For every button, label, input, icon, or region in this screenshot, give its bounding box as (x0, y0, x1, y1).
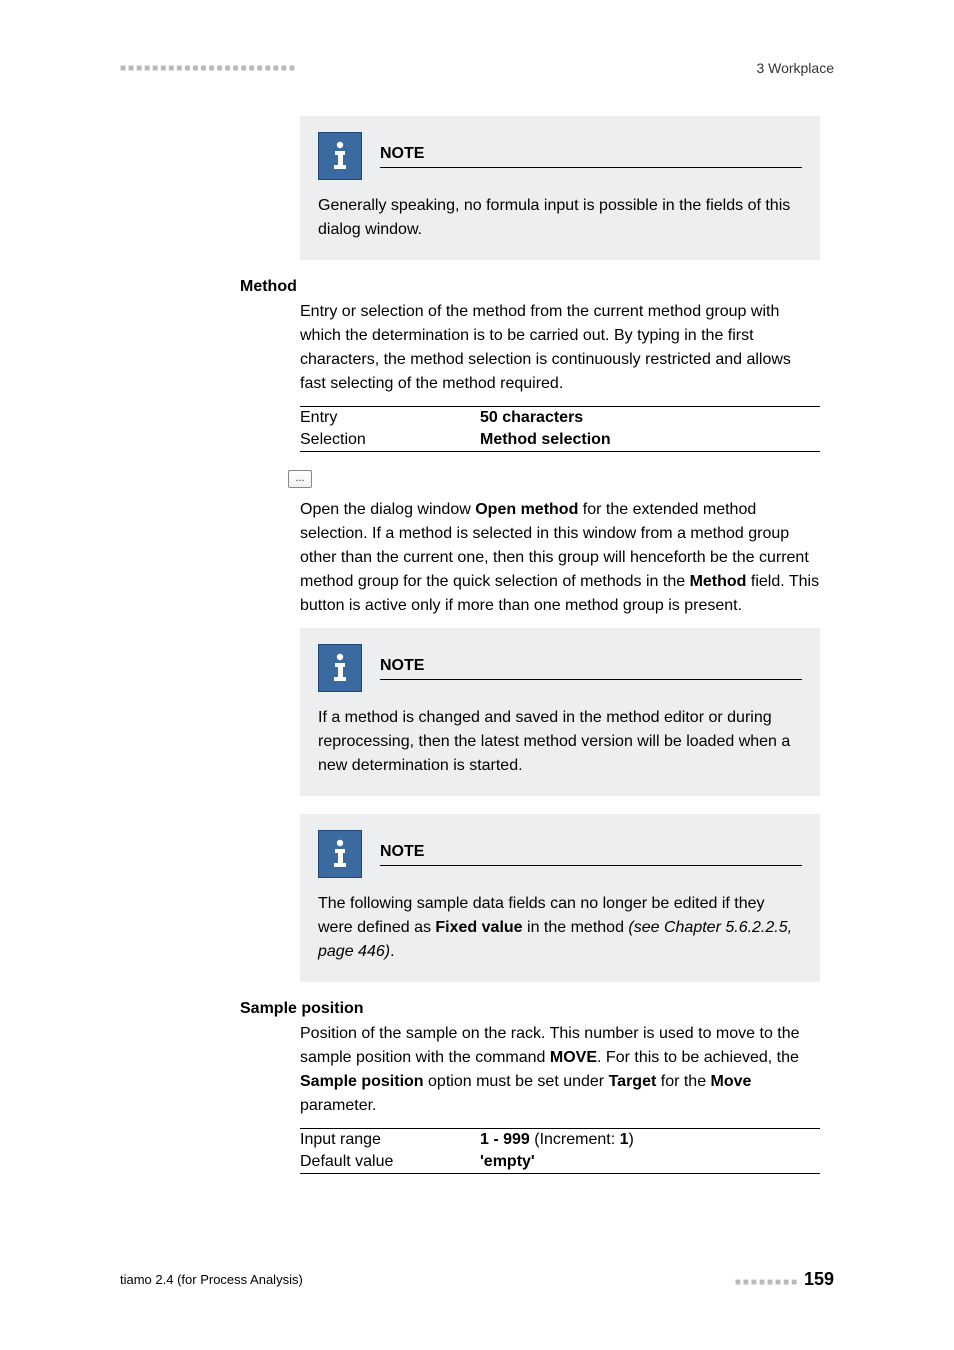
breadcrumb: 3 Workplace (756, 60, 834, 76)
table-row: Input range 1 - 999 (Increment: 1) (300, 1129, 820, 1152)
text-bold: 1 (620, 1131, 629, 1148)
info-icon (318, 644, 362, 692)
text-bold: Move (711, 1073, 752, 1090)
table-row: Selection Method selection (300, 429, 820, 452)
spec-value: 1 - 999 (Increment: 1) (480, 1129, 820, 1152)
text: in the method (523, 919, 629, 936)
spec-value: 'empty' (480, 1153, 535, 1170)
note-body: If a method is changed and saved in the … (318, 706, 802, 778)
table-row: Entry 50 characters (300, 407, 820, 430)
page-footer: tiamo 2.4 (for Process Analysis) ■■■■■■■… (120, 1269, 834, 1290)
info-icon (318, 132, 362, 180)
footer-product: tiamo 2.4 (for Process Analysis) (120, 1272, 303, 1287)
note-title: NOTE (380, 145, 802, 168)
text: for the (656, 1073, 710, 1090)
spec-label: Default value (300, 1151, 480, 1174)
text-bold: Target (609, 1073, 657, 1090)
page-header: ■■■■■■■■■■■■■■■■■■■■■■ 3 Workplace (120, 60, 834, 76)
page-number: 159 (804, 1269, 834, 1289)
sample-spec-table: Input range 1 - 999 (Increment: 1) Defau… (300, 1128, 820, 1174)
table-row: Default value 'empty' (300, 1151, 820, 1174)
section-heading-sample-position: Sample position (240, 1000, 364, 1018)
info-icon (318, 830, 362, 878)
note-title: NOTE (380, 657, 802, 680)
spec-label: Selection (300, 429, 480, 452)
method-spec-table: Entry 50 characters Selection Method sel… (300, 406, 820, 452)
spec-label: Input range (300, 1129, 480, 1152)
spec-value: 50 characters (480, 409, 583, 426)
text: ) (629, 1131, 634, 1148)
spec-value: Method selection (480, 431, 611, 448)
text: . (390, 943, 394, 960)
note-box-formula: NOTE Generally speaking, no formula inpu… (300, 116, 820, 260)
header-ornament-left: ■■■■■■■■■■■■■■■■■■■■■■ (120, 63, 297, 74)
method-description: Entry or selection of the method from th… (300, 300, 820, 396)
note-title: NOTE (380, 843, 802, 866)
text-bold: 1 - 999 (480, 1131, 530, 1148)
note-body: The following sample data fields can no … (318, 892, 802, 964)
ellipsis-button-icon: ... (288, 470, 312, 488)
spec-label: Entry (300, 407, 480, 430)
text-bold: Open method (475, 501, 578, 518)
text-bold: Sample position (300, 1073, 424, 1090)
footer-right: ■■■■■■■■ 159 (735, 1269, 834, 1290)
note-body: Generally speaking, no formula input is … (318, 194, 802, 242)
note-box-method-change: NOTE If a method is changed and saved in… (300, 628, 820, 796)
sample-position-description: Position of the sample on the rack. This… (300, 1022, 820, 1118)
text-bold: MOVE (550, 1049, 597, 1066)
text: parameter. (300, 1097, 376, 1114)
text-bold: Method (690, 573, 747, 590)
text: . For this to be achieved, the (597, 1049, 799, 1066)
open-method-description: Open the dialog window Open method for t… (300, 498, 820, 618)
text: Open the dialog window (300, 501, 475, 518)
footer-ornament: ■■■■■■■■ (735, 1277, 804, 1288)
text: option must be set under (424, 1073, 609, 1090)
note-box-fixed-value: NOTE The following sample data fields ca… (300, 814, 820, 982)
text-bold: Fixed value (435, 919, 522, 936)
section-heading-method: Method (240, 278, 297, 296)
text: (Increment: (530, 1131, 620, 1148)
